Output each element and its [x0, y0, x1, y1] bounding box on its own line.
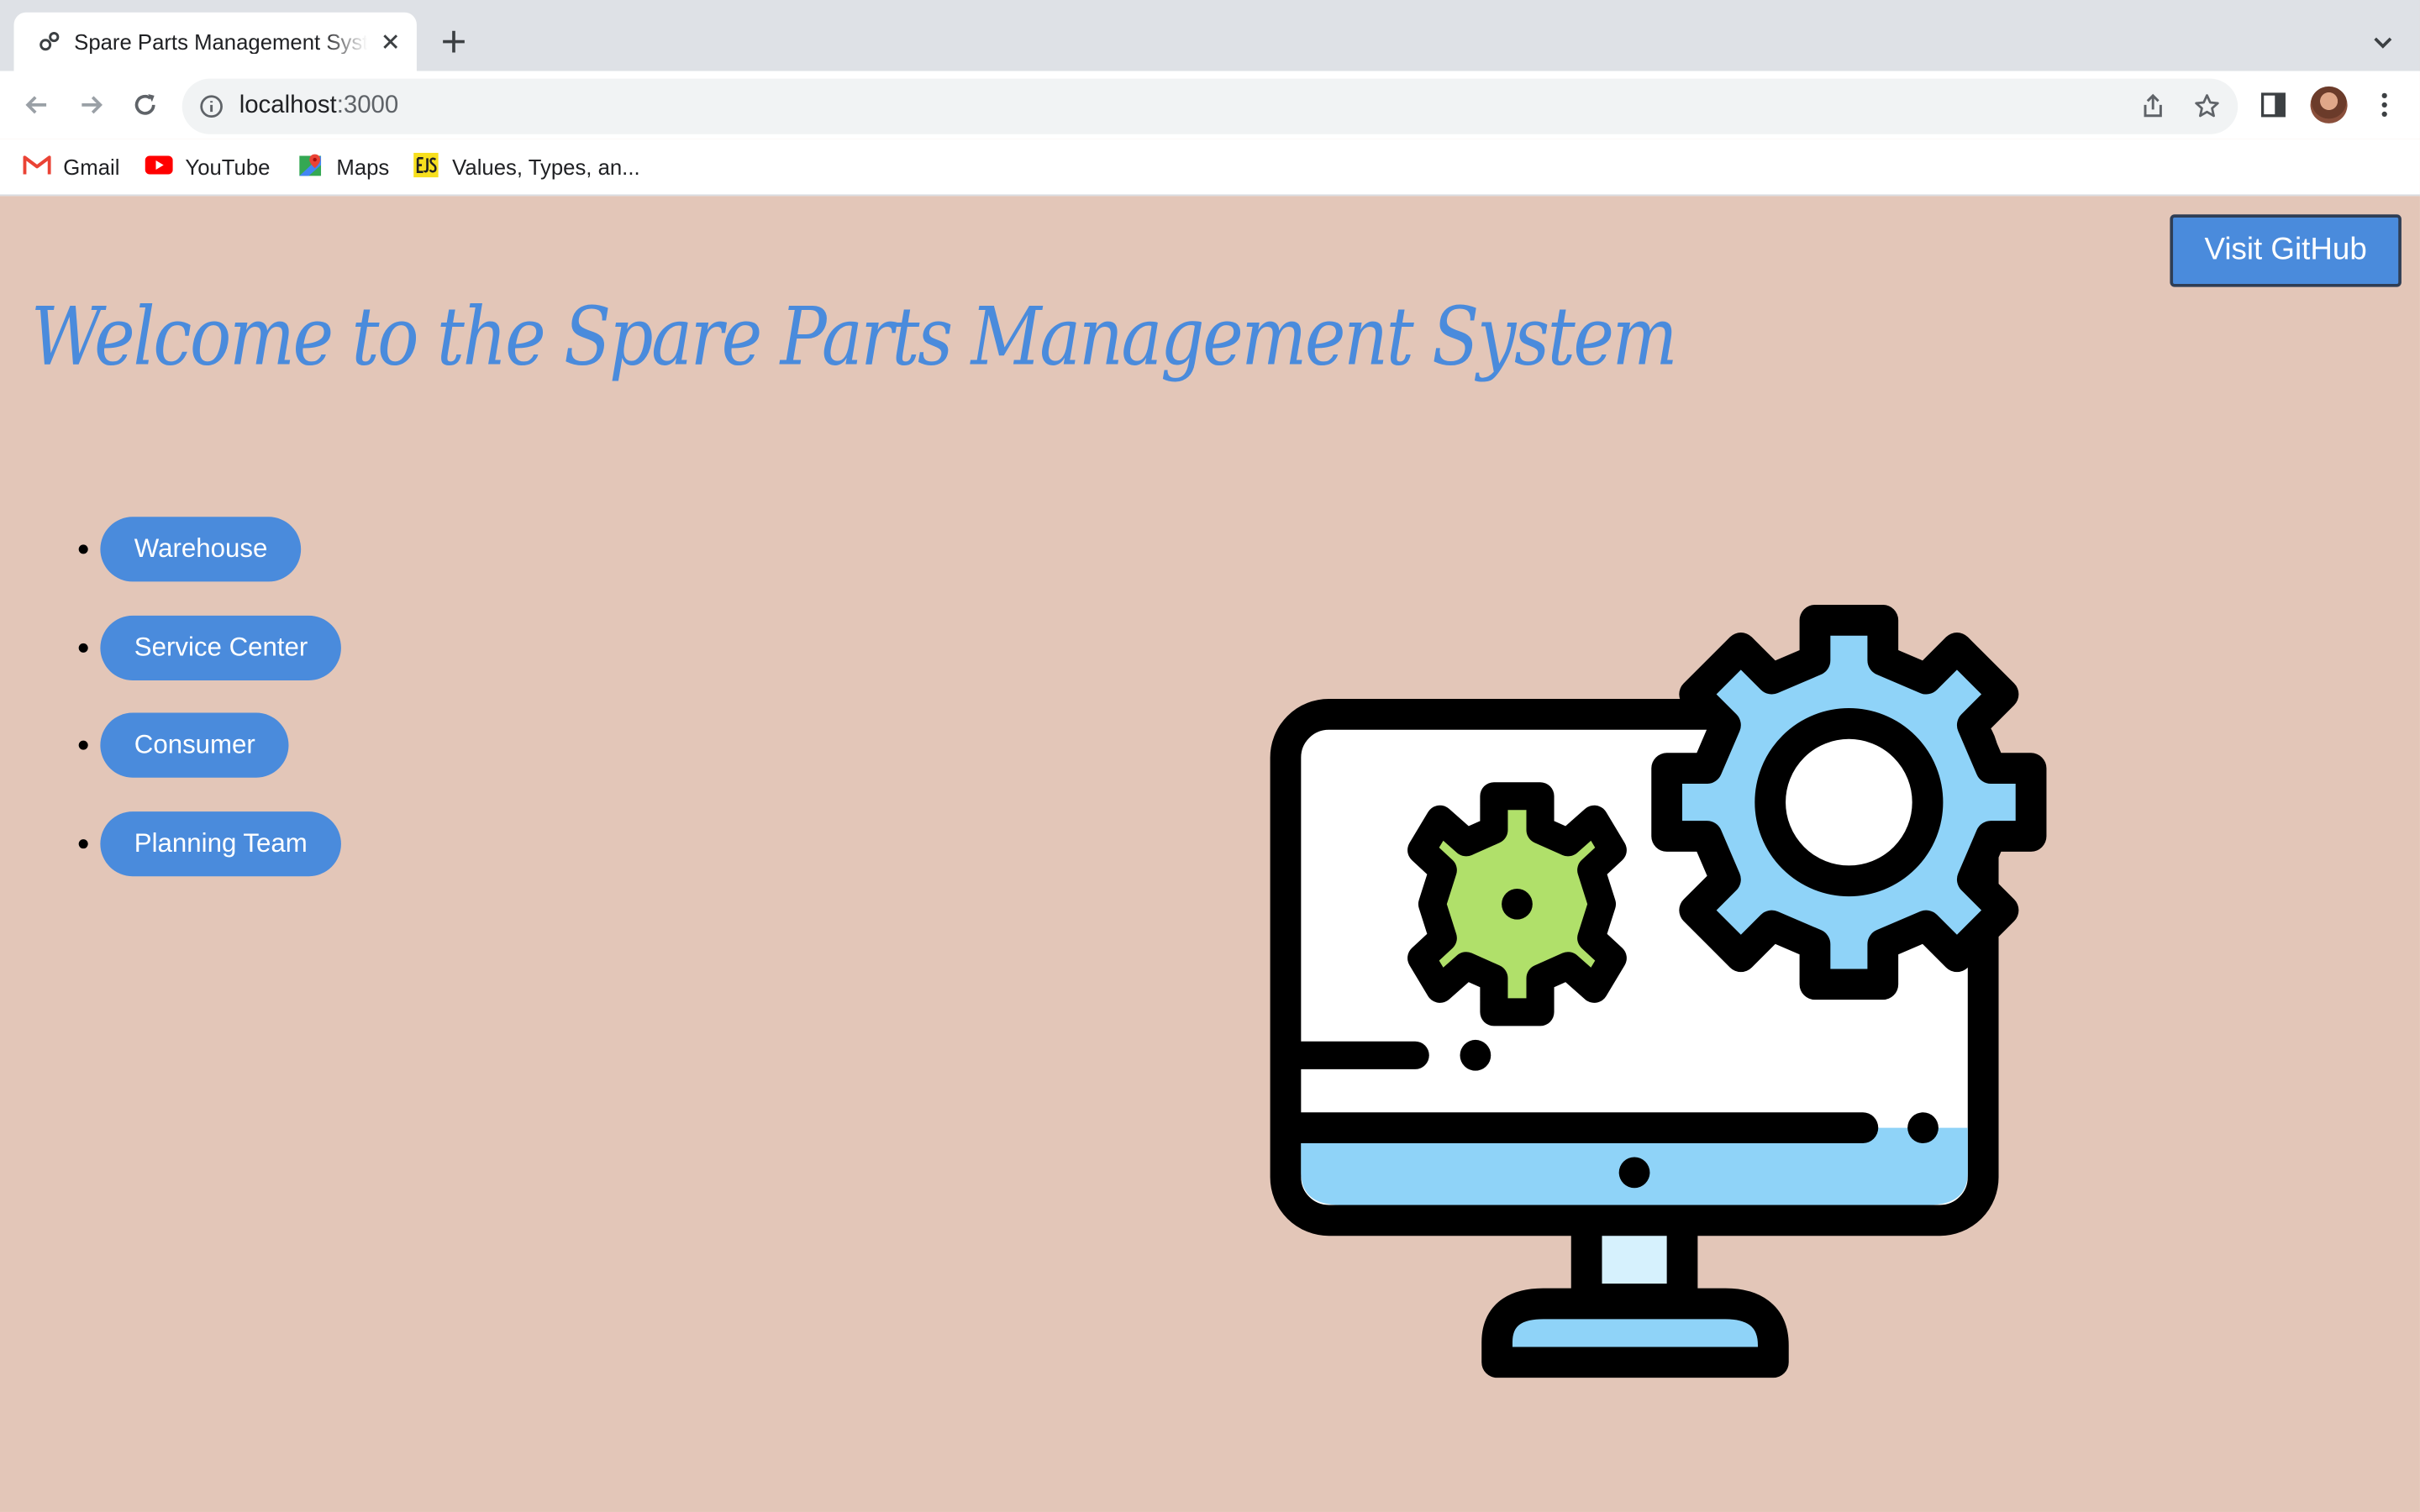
consumer-button[interactable]: Consumer — [100, 712, 290, 778]
bullet — [78, 544, 88, 554]
bookmark-label: YouTube — [185, 155, 271, 180]
visit-github-button[interactable]: Visit GitHub — [2170, 214, 2402, 287]
monitor-with-gears-icon — [1270, 604, 2047, 1378]
bookmark-label: Maps — [336, 155, 390, 180]
profile-avatar[interactable] — [2310, 86, 2348, 123]
more-menu-icon[interactable] — [2369, 90, 2400, 121]
bullet — [78, 643, 88, 653]
browser-window: Spare Parts Management System localhost:… — [0, 0, 2420, 1512]
tab-bar: Spare Parts Management System — [0, 0, 2420, 71]
info-icon[interactable] — [199, 94, 224, 118]
planning-team-button[interactable]: Planning Team — [100, 811, 342, 877]
bookmark-star-icon[interactable] — [2193, 92, 2221, 120]
gmail-icon — [23, 155, 51, 176]
bullet — [78, 740, 88, 750]
page-content: Visit GitHub Welcome to the Spare Parts … — [0, 196, 2420, 1512]
bookmark-label: Values, Types, an... — [452, 155, 640, 180]
bookmark-maps[interactable]: Maps — [297, 153, 390, 181]
forward-icon[interactable] — [76, 90, 107, 121]
new-tab-icon[interactable] — [439, 26, 470, 57]
tab-active[interactable]: Spare Parts Management System — [13, 12, 417, 71]
side-panel-icon[interactable] — [2260, 91, 2287, 118]
toolbar: localhost:3000 — [0, 71, 2420, 139]
warehouse-button[interactable]: Warehouse — [100, 517, 302, 582]
bookmark-youtube[interactable]: YouTube — [145, 153, 271, 181]
url-host: localhost — [239, 92, 337, 119]
maps-icon — [299, 155, 322, 176]
share-icon[interactable] — [2139, 92, 2167, 120]
service-center-button[interactable]: Service Center — [100, 615, 342, 680]
page-title: Welcome to the Spare Parts Management Sy… — [30, 291, 1678, 385]
bookmark-gmail[interactable]: Gmail — [23, 153, 120, 181]
address-bar[interactable]: localhost:3000 — [182, 78, 2238, 134]
bullet — [78, 839, 88, 849]
youtube-icon — [145, 156, 173, 176]
gears-favicon-icon — [39, 32, 60, 51]
url-text: localhost:3000 — [239, 92, 399, 120]
url-port: :3000 — [336, 92, 399, 119]
bookmark-ejs[interactable]: Values, Types, an... — [412, 153, 640, 181]
reload-icon[interactable] — [129, 90, 160, 121]
tab-title: Spare Parts Management System — [74, 29, 368, 55]
back-icon[interactable] — [22, 90, 53, 121]
bookmarks-bar: Gmail YouTube Maps Values, Types, an... — [0, 139, 2420, 197]
ejs-icon — [413, 153, 439, 178]
chevron-down-icon[interactable] — [2367, 26, 2398, 57]
close-tab-icon[interactable] — [378, 29, 402, 54]
bookmark-label: Gmail — [63, 155, 120, 180]
